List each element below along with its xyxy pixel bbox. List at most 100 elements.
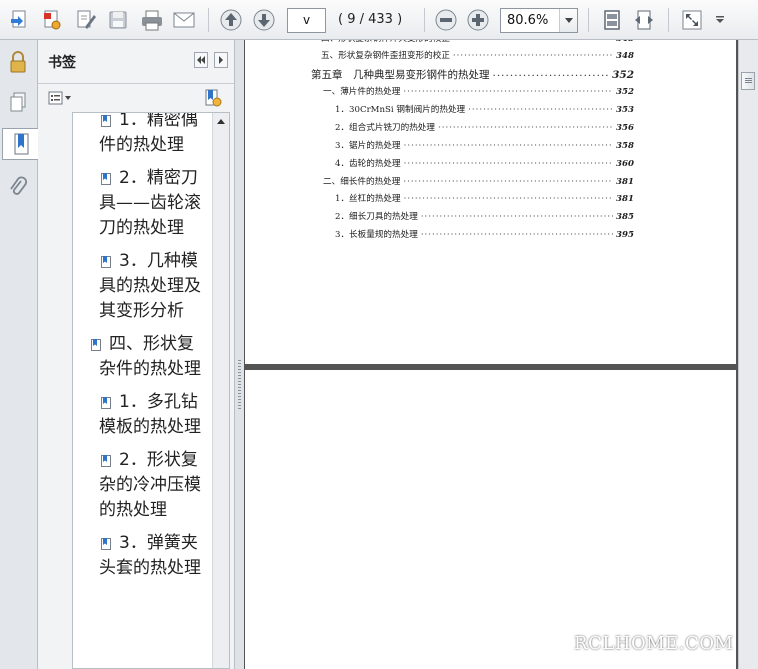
main-toolbar: v ( 9 / 433 ) 80.6% — [0, 0, 758, 40]
bookmark-label: 四、形状复杂件的热处理 — [99, 334, 201, 379]
bookmark-page-icon — [81, 533, 113, 558]
toc-leader-dots: ········································… — [468, 105, 614, 115]
toc-label: 3．锯片的热处理 — [335, 141, 401, 151]
toolbar-divider — [208, 8, 209, 32]
bookmarks-tree[interactable]: 1．精密偶件的热处理 2．精密刀具——齿轮滚刀的热处理 3．几种模具的热处理及其… — [72, 112, 230, 669]
bookmark-icon[interactable] — [2, 128, 39, 160]
bookmark-page-icon — [81, 392, 113, 417]
save-icon[interactable] — [104, 6, 132, 34]
toc-entry: 2．细长刀具的热处理 ······························… — [335, 210, 634, 222]
bookmarks-panel: 书签 1．精密偶件的热处理 2．精密刀具——齿轮滚刀的热处理 3．几种模具的热处… — [38, 40, 234, 669]
navigation-rail — [0, 40, 39, 669]
zoom-out-icon[interactable] — [432, 6, 460, 34]
toc-page-number: 352 — [616, 87, 634, 97]
toc-label: 第五章 几种典型易变形钢件的热处理 — [311, 69, 490, 81]
bookmarks-toolbar — [38, 84, 234, 112]
attachment-icon[interactable] — [3, 172, 33, 204]
more-tools-icon[interactable] — [710, 6, 730, 34]
toc-entry: 2．组合式片铣刀的热处理 ····························… — [335, 121, 634, 133]
bookmark-item[interactable]: 1．精密偶件的热处理 — [73, 113, 213, 158]
bookmark-item[interactable]: 四、形状复杂件的热处理 — [73, 332, 213, 382]
bookmark-item[interactable]: 2．精密刀具——齿轮滚刀的热处理 — [73, 166, 213, 241]
toc-entry: 3．锯片的热处理 ································… — [335, 139, 634, 151]
bookmark-label: 3．弹簧夹头套的热处理 — [99, 533, 201, 578]
toc-page-number: 381 — [616, 194, 634, 204]
bookmark-item[interactable]: 3．弹簧夹头套的热处理 — [73, 531, 213, 581]
toc-leader-dots: ········································… — [492, 70, 610, 82]
zoom-in-icon[interactable] — [464, 6, 492, 34]
toc-label: 五、形状复杂钢件歪扭变形的校正 — [321, 51, 450, 61]
toc-leader-dots: ········································… — [452, 51, 614, 61]
toc-label: 一、薄片件的热处理 — [323, 87, 401, 97]
bookmark-label: 3．几种模具的热处理及其变形分析 — [99, 251, 201, 321]
bookmark-item[interactable]: 1．多孔钻模板的热处理 — [73, 390, 213, 440]
toc-entry: 二、细长件的热处理 ·······························… — [323, 175, 634, 187]
pdf-page-blank — [245, 370, 736, 669]
new-bookmark-icon[interactable] — [204, 88, 222, 108]
watermark-text: RCLHOME.COM — [574, 633, 734, 654]
zoom-value: 80.6% — [507, 13, 549, 28]
toc-page-number: 381 — [616, 177, 634, 187]
bookmark-item[interactable]: 3．几种模具的热处理及其变形分析 — [73, 249, 213, 324]
create-icon[interactable] — [6, 6, 34, 34]
lock-icon[interactable] — [3, 46, 33, 78]
scrollbar-thumb[interactable] — [741, 72, 755, 90]
bookmarks-title: 书签 — [48, 55, 76, 71]
toc-leader-dots: ········································… — [420, 230, 613, 240]
bookmark-label: 2．精密刀具——齿轮滚刀的热处理 — [99, 168, 201, 238]
pdf-page: 四、形状复杂钢件淬火变形的校正·························… — [245, 40, 736, 364]
sign-icon[interactable] — [72, 6, 100, 34]
bookmark-item[interactable]: 2．形状复杂的冷冲压模的热处理 — [73, 448, 213, 523]
expand-panel-icon[interactable] — [214, 52, 228, 68]
bookmark-page-icon — [81, 334, 103, 359]
toc-label: 2．细长刀具的热处理 — [335, 212, 418, 222]
email-icon[interactable] — [170, 6, 198, 34]
toc-leader-dots: ········································… — [403, 87, 613, 97]
toc-leader-dots: ········································… — [420, 212, 613, 222]
page-number-input[interactable]: v — [287, 8, 326, 33]
toc-leader-dots: ········································… — [403, 194, 613, 204]
toc-page-number: 356 — [616, 123, 634, 133]
bookmark-page-icon — [81, 450, 113, 475]
fit-page-icon[interactable] — [598, 6, 626, 34]
bookmark-label: 2．形状复杂的冷冲压模的热处理 — [99, 450, 201, 520]
toolbar-divider — [424, 8, 425, 32]
bookmark-label: 1．多孔钻模板的热处理 — [99, 392, 201, 437]
previous-page-icon[interactable] — [217, 6, 245, 34]
toc-entry: 1．丝杠的热处理 ································… — [335, 192, 634, 204]
toc-label: 1．30CrMnSi 钢制阀片的热处理 — [335, 105, 466, 115]
toc-page-number: 353 — [616, 105, 634, 115]
toc-page-number: 348 — [616, 51, 634, 61]
chevron-down-icon[interactable] — [559, 9, 577, 32]
pages-icon[interactable] — [3, 86, 33, 118]
bookmark-page-icon — [81, 251, 113, 276]
panel-splitter[interactable] — [234, 40, 244, 669]
collapse-panel-icon[interactable] — [194, 52, 208, 68]
full-screen-icon[interactable] — [678, 6, 706, 34]
toc-page-number: 352 — [612, 69, 634, 81]
document-view[interactable]: 四、形状复杂钢件淬火变形的校正·························… — [244, 40, 738, 669]
secure-icon[interactable] — [38, 6, 66, 34]
bookmarks-scrollbar[interactable] — [212, 113, 229, 668]
splitter-grip[interactable] — [238, 360, 241, 410]
toc-label: 二、细长件的热处理 — [323, 177, 401, 187]
next-page-icon[interactable] — [250, 6, 278, 34]
toc-page-number: 395 — [616, 230, 634, 240]
toc-entry: 一、薄片件的热处理 ·······························… — [323, 85, 634, 97]
toc-page-number: 360 — [616, 159, 634, 169]
toc-leader-dots: ········································… — [403, 141, 613, 151]
toc-label: 3．长板量规的热处理 — [335, 230, 418, 240]
bookmarks-panel-header: 书签 — [38, 40, 234, 84]
page-count-label: ( 9 / 433 ) — [338, 12, 403, 27]
toc-label: 1．丝杠的热处理 — [335, 194, 401, 204]
toc-entry: 4．齿轮的热处理 ································… — [335, 157, 634, 169]
options-menu-icon[interactable] — [48, 88, 72, 108]
bookmark-page-icon — [81, 168, 113, 193]
toolbar-divider — [588, 8, 589, 32]
fit-width-icon[interactable] — [630, 6, 658, 34]
toc-entry: 1．30CrMnSi 钢制阀片的热处理 ·····················… — [335, 103, 634, 115]
scroll-up-icon[interactable] — [213, 113, 229, 129]
print-icon[interactable] — [138, 6, 166, 34]
zoom-select[interactable]: 80.6% — [500, 8, 578, 33]
document-scrollbar[interactable] — [738, 40, 758, 669]
